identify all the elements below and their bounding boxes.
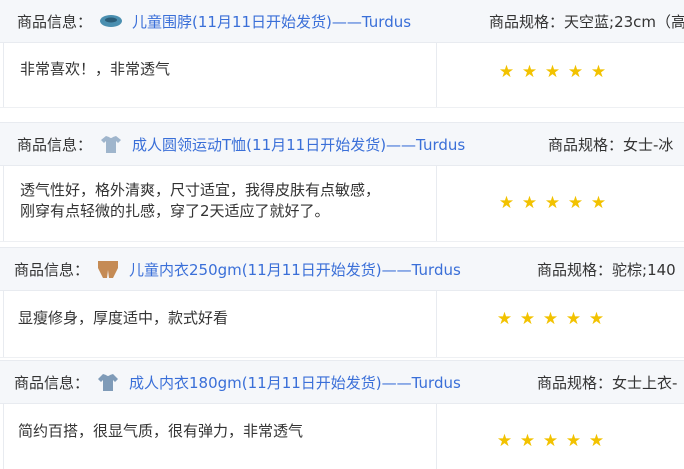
- product-link[interactable]: 成人内衣180gm(11月11日开始发货)——Turdus: [129, 372, 461, 393]
- star-icon: ★: [519, 431, 536, 451]
- star-icon: ★: [544, 193, 561, 213]
- star-rating: ★ ★ ★ ★ ★: [497, 195, 608, 212]
- spec-label: 商品规格：: [548, 135, 624, 154]
- star-icon: ★: [588, 309, 605, 329]
- star-icon: ★: [588, 431, 605, 451]
- product-link[interactable]: 成人圆领运动T恤(11月11日开始发货)——Turdus: [132, 134, 465, 155]
- star-icon: ★: [544, 62, 561, 82]
- star-icon: ★: [496, 309, 513, 329]
- spec-value: 天空蓝;23cm（高: [564, 12, 684, 31]
- review-body: 透气性好，格外清爽，尺寸适宜，我得皮肤有点敏感， 刚穿有点轻微的扎感，穿了2天适…: [0, 166, 684, 242]
- spec-label: 商品规格：: [537, 373, 613, 392]
- star-icon: ★: [542, 309, 559, 329]
- product-spec: 商品规格：驼棕;140: [537, 259, 676, 280]
- spec-label: 商品规格：: [537, 260, 613, 279]
- star-icon: ★: [521, 193, 538, 213]
- spec-label: 商品规格：: [489, 12, 565, 31]
- star-icon: ★: [519, 309, 536, 329]
- star-rating: ★ ★ ★ ★ ★: [497, 64, 608, 81]
- spec-value: 驼棕;140: [612, 260, 676, 279]
- spec-value: 女士上衣-: [612, 373, 678, 392]
- product-spec: 商品规格：天空蓝;23cm（高: [489, 11, 684, 32]
- star-icon: ★: [496, 431, 513, 451]
- star-icon: ★: [567, 62, 584, 82]
- star-icon: ★: [590, 193, 607, 213]
- product-link[interactable]: 儿童围脖(11月11日开始发货)——Turdus: [132, 11, 411, 32]
- review-body: 简约百搭，很显气质，很有弹力，非常透气 ★ ★ ★ ★ ★: [0, 404, 684, 469]
- star-icon: ★: [567, 193, 584, 213]
- spec-value: 女士-冰: [623, 135, 674, 154]
- tshirt-thumbnail-icon[interactable]: [98, 133, 124, 155]
- product-info-row: 商品信息： 儿童内衣250gm(11月11日开始发货)——Turdus 商品规格…: [0, 247, 684, 291]
- product-spec: 商品规格：女士上衣-: [537, 372, 677, 393]
- star-icon: ★: [498, 62, 515, 82]
- product-info-row: 商品信息： 儿童围脖(11月11日开始发货)——Turdus 商品规格：天空蓝;…: [0, 0, 684, 43]
- product-info-label: 商品信息：: [14, 260, 90, 279]
- star-icon: ★: [590, 62, 607, 82]
- product-link[interactable]: 儿童内衣250gm(11月11日开始发货)——Turdus: [129, 259, 461, 280]
- review-text: 非常喜欢！，非常透气: [20, 60, 171, 78]
- product-info-label: 商品信息：: [14, 373, 90, 392]
- underwear-thumbnail-icon[interactable]: [95, 258, 121, 280]
- review-body: 非常喜欢！，非常透气 ★ ★ ★ ★ ★: [0, 43, 684, 108]
- review-text: 透气性好，格外清爽，尺寸适宜，我得皮肤有点敏感， 刚穿有点轻微的扎感，穿了2天适…: [20, 181, 381, 220]
- star-rating: ★ ★ ★ ★ ★: [495, 311, 606, 328]
- product-info-row: 商品信息： 成人内衣180gm(11月11日开始发货)——Turdus 商品规格…: [0, 360, 684, 404]
- review-body: 显瘦修身，厚度适中，款式好看 ★ ★ ★ ★ ★: [0, 291, 684, 358]
- review-text: 显瘦修身，厚度适中，款式好看: [18, 309, 229, 327]
- product-info-label: 商品信息：: [17, 135, 93, 154]
- star-icon: ★: [565, 431, 582, 451]
- product-spec: 商品规格：女士-冰: [548, 134, 673, 155]
- scarf-thumbnail-icon[interactable]: [98, 10, 124, 32]
- star-rating: ★ ★ ★ ★ ★: [495, 433, 606, 450]
- product-info-row: 商品信息： 成人圆领运动T恤(11月11日开始发货)——Turdus 商品规格：…: [0, 122, 684, 166]
- shirt-thumbnail-icon[interactable]: [95, 371, 121, 393]
- review-text: 简约百搭，很显气质，很有弹力，非常透气: [18, 422, 304, 440]
- star-icon: ★: [521, 62, 538, 82]
- product-info-label: 商品信息：: [17, 12, 93, 31]
- star-icon: ★: [565, 309, 582, 329]
- star-icon: ★: [498, 193, 515, 213]
- star-icon: ★: [542, 431, 559, 451]
